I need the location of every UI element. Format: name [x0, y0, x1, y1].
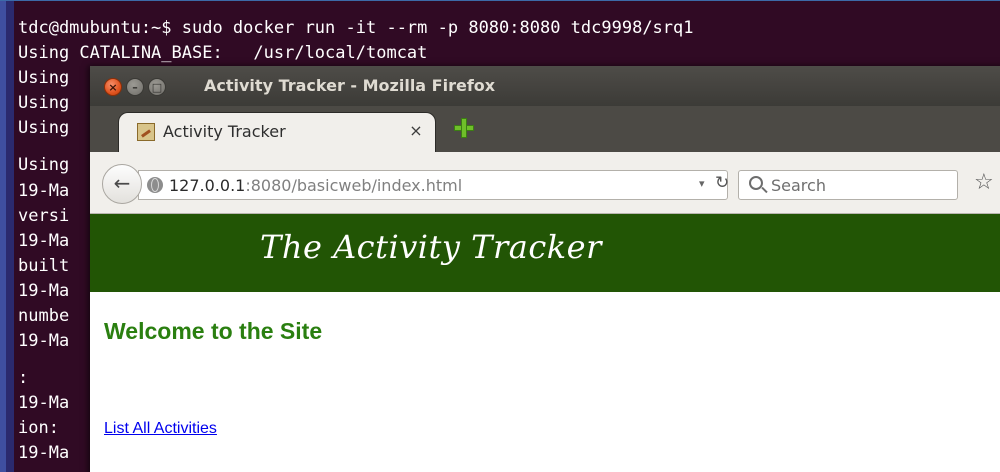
search-icon	[749, 176, 763, 190]
url-text[interactable]: 127.0.0.1:8080/basicweb/index.html	[169, 176, 462, 195]
terminal-line: tdc@dmubuntu:~$ sudo docker run -it --rm…	[18, 18, 694, 38]
firefox-window: × – □ Activity Tracker - Mozilla Firefox…	[90, 66, 1000, 472]
terminal-line: 19-Ma	[18, 393, 70, 413]
terminal-line: 19-Ma	[18, 231, 70, 251]
window-minimize-button[interactable]: –	[126, 78, 144, 96]
back-button[interactable]: ←	[102, 164, 142, 204]
window-titlebar[interactable]: × – □ Activity Tracker - Mozilla Firefox	[90, 66, 1000, 106]
reload-icon[interactable]: ↻	[715, 173, 729, 193]
tab-close-icon[interactable]: ×	[407, 121, 425, 141]
terminal-line: 19-Ma	[18, 281, 70, 301]
welcome-heading: Welcome to the Site	[104, 318, 323, 344]
search-input[interactable]: Search	[738, 170, 958, 200]
terminal-line: Using CATALINA_BASE: /usr/local/tomcat	[18, 43, 428, 63]
terminal-line: 19-Ma	[18, 331, 70, 351]
terminal-line: Using	[18, 93, 70, 113]
url-host: 127.0.0.1	[169, 176, 246, 195]
new-tab-plus-icon[interactable]	[452, 116, 476, 140]
list-all-activities-link[interactable]: List All Activities	[104, 420, 217, 438]
navigation-toolbar: 127.0.0.1:8080/basicweb/index.html ▾ ↻ ←…	[90, 152, 1000, 214]
terminal-line: numbe	[18, 306, 70, 326]
url-path: :8080/basicweb/index.html	[245, 176, 463, 195]
tab-label: Activity Tracker	[163, 122, 286, 141]
terminal-line: versi	[18, 206, 70, 226]
terminal-line: 19-Ma	[18, 443, 70, 463]
url-bar[interactable]: 127.0.0.1:8080/basicweb/index.html ▾ ↻	[138, 170, 729, 200]
window-maximize-button[interactable]: □	[148, 78, 166, 96]
favicon-icon	[137, 123, 155, 141]
window-close-button[interactable]: ×	[104, 78, 122, 96]
tab-activity-tracker[interactable]: Activity Tracker ×	[118, 112, 436, 152]
terminal-line: built	[18, 256, 70, 276]
terminal-line: Using	[18, 118, 70, 138]
terminal-line: Using	[18, 68, 70, 88]
terminal-line: ion:	[18, 418, 59, 438]
search-placeholder: Search	[771, 176, 826, 195]
page-header-title: The Activity Tracker	[260, 228, 602, 266]
page-body: Welcome to the Site List All Activities	[90, 292, 1000, 472]
terminal-line: :	[18, 368, 29, 388]
window-title: Activity Tracker - Mozilla Firefox	[204, 76, 496, 95]
terminal-border	[6, 1, 14, 472]
terminal-line: Using	[18, 155, 70, 175]
globe-icon	[147, 177, 163, 193]
tab-strip: Activity Tracker ×	[90, 106, 1000, 152]
terminal-line: 19-Ma	[18, 181, 70, 201]
bookmark-star-icon[interactable]: ☆	[974, 170, 994, 195]
page-header-banner: The Activity Tracker	[90, 214, 1000, 292]
url-dropdown-icon[interactable]: ▾	[699, 177, 705, 190]
